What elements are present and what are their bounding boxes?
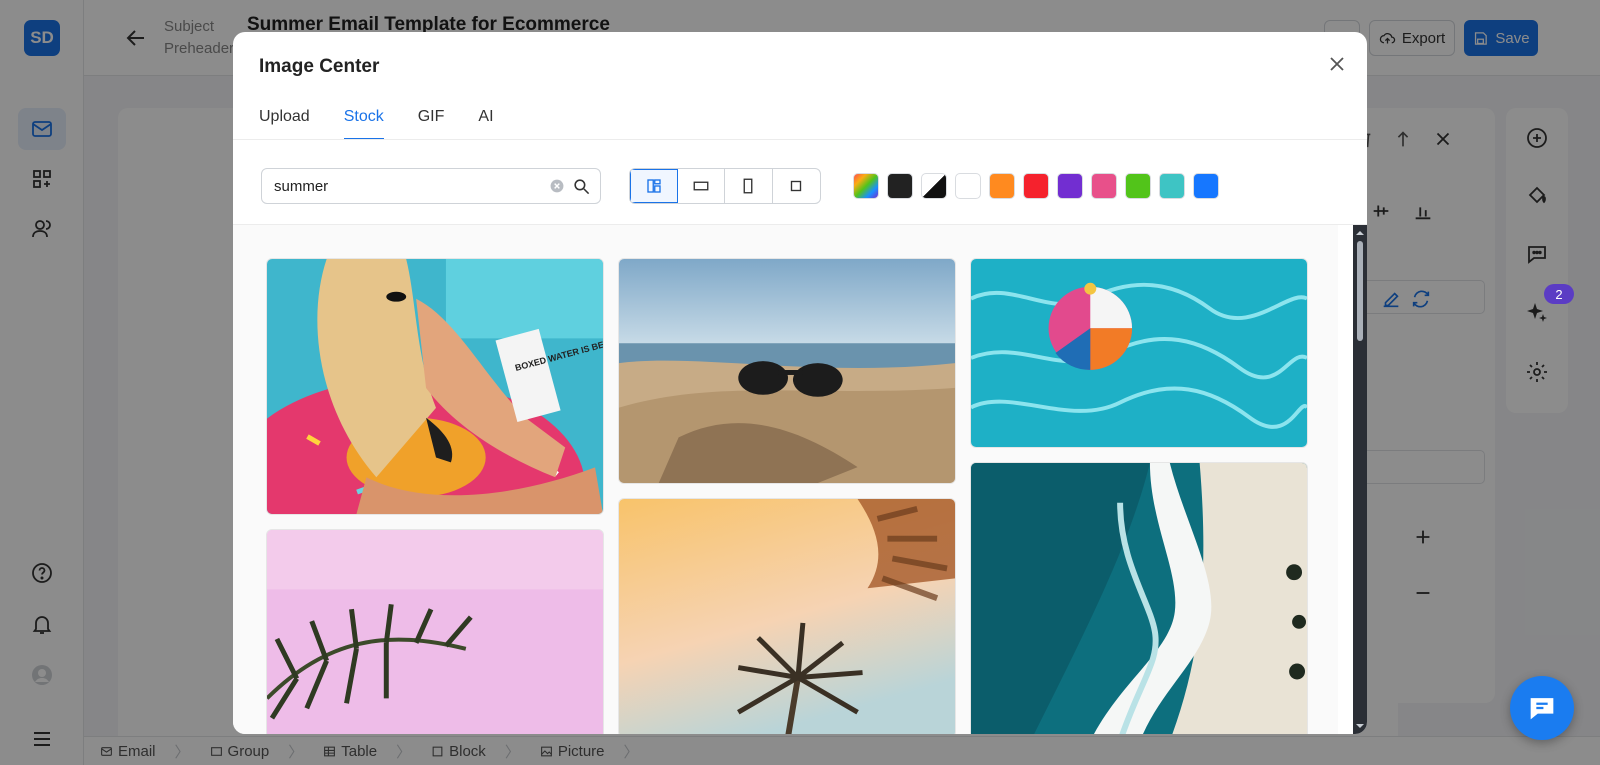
stock-image-sunglasses-sand[interactable]: [618, 258, 956, 484]
chat-button[interactable]: [1510, 676, 1574, 740]
stock-image-pink-palm[interactable]: [266, 529, 604, 734]
stock-image-grid: BOXED WATER IS BETTER: [233, 225, 1338, 734]
stock-image-orange-palm[interactable]: [618, 498, 956, 734]
all-orientations-icon: [647, 179, 661, 193]
image-center-dialog: Image Center Upload Stock GIF AI summer …: [233, 32, 1367, 734]
close-icon[interactable]: [1325, 52, 1349, 76]
orientation-all-button[interactable]: [630, 169, 678, 203]
color-swatch-red[interactable]: [1023, 173, 1049, 199]
search-box: [261, 168, 601, 204]
scroll-thumb[interactable]: [1357, 241, 1363, 341]
color-swatch-black-white[interactable]: [921, 173, 947, 199]
color-swatch-teal[interactable]: [1159, 173, 1185, 199]
image-source-tabs: Upload Stock GIF AI: [259, 104, 494, 140]
color-swatch-purple[interactable]: [1057, 173, 1083, 199]
dialog-title: Image Center: [259, 56, 380, 77]
stock-image-ocean-aerial[interactable]: [970, 462, 1308, 734]
ai-count-badge: 2: [1544, 284, 1574, 304]
color-swatch-black[interactable]: [887, 173, 913, 199]
scroll-up-icon[interactable]: [1356, 229, 1364, 237]
search-input[interactable]: [274, 177, 544, 195]
color-swatch-blue[interactable]: [1193, 173, 1219, 199]
color-swatch-orange[interactable]: [989, 173, 1015, 199]
image-grid-scrollbar[interactable]: [1353, 225, 1367, 734]
color-swatch-green[interactable]: [1125, 173, 1151, 199]
color-swatch-white[interactable]: [955, 173, 981, 199]
search-icon[interactable]: [572, 177, 591, 196]
portrait-icon: [743, 178, 753, 194]
orientation-landscape-button[interactable]: [678, 169, 726, 203]
stock-image-woman-float[interactable]: BOXED WATER IS BETTER: [266, 258, 604, 515]
tab-upload[interactable]: Upload: [259, 104, 310, 140]
clear-icon[interactable]: [550, 179, 564, 193]
tab-gif[interactable]: GIF: [418, 104, 445, 140]
orientation-square-button[interactable]: [773, 169, 820, 203]
landscape-icon: [693, 181, 709, 191]
color-filter: [853, 173, 1219, 199]
scroll-down-icon[interactable]: [1356, 722, 1364, 730]
square-icon: [791, 180, 802, 192]
color-swatch-pink[interactable]: [1091, 173, 1117, 199]
color-swatch-multicolor[interactable]: [853, 173, 879, 199]
orientation-portrait-button[interactable]: [725, 169, 773, 203]
chat-icon: [1530, 698, 1554, 720]
stock-image-beach-ball[interactable]: [970, 258, 1308, 448]
orientation-filter: [629, 168, 821, 204]
tabs-divider: [233, 139, 1367, 140]
tab-ai[interactable]: AI: [478, 104, 493, 140]
tab-stock[interactable]: Stock: [343, 104, 384, 140]
